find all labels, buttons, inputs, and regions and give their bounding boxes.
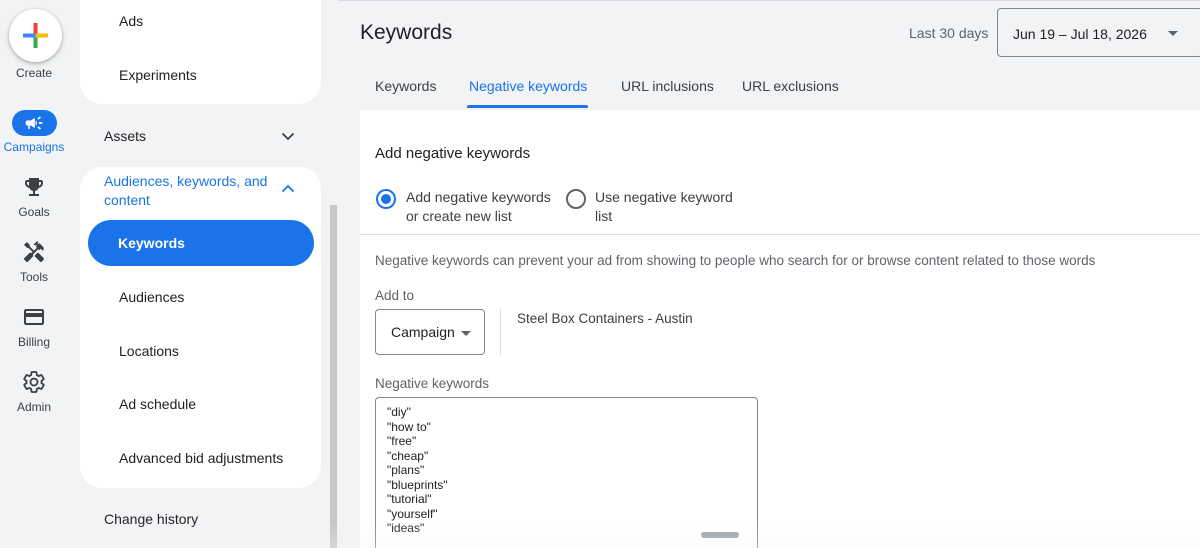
keyword-line: "plans" bbox=[387, 463, 425, 477]
subnav-section-audiences-keywords-content[interactable]: Audiences, keywords, and content bbox=[104, 172, 284, 210]
vertical-divider bbox=[500, 309, 501, 355]
campaign-name: Steel Box Containers - Austin bbox=[517, 311, 693, 326]
radio-add-negative-keywords[interactable] bbox=[376, 189, 396, 209]
dropdown-arrow-icon bbox=[461, 331, 471, 336]
left-rail: Create Campaigns Goals Tools Billing Adm… bbox=[0, 0, 68, 548]
subnav-item-advanced-bid-adjustments[interactable]: Advanced bid adjustments bbox=[119, 450, 283, 466]
rail-label-campaigns[interactable]: Campaigns bbox=[0, 140, 68, 154]
keyword-line: "diy" bbox=[387, 405, 411, 419]
negative-keywords-textarea[interactable]: "diy" "how to" "free" "cheap" "plans" "b… bbox=[375, 397, 758, 548]
resize-handle[interactable] bbox=[701, 532, 739, 538]
radio-add-line2: or create new list bbox=[406, 208, 512, 224]
tab-url-inclusions[interactable]: URL inclusions bbox=[621, 78, 714, 94]
subnav-item-experiments[interactable]: Experiments bbox=[119, 67, 197, 83]
keyword-line: "tutorial" bbox=[387, 492, 432, 506]
subnav-item-ads[interactable]: Ads bbox=[119, 13, 143, 29]
subnav-item-keywords[interactable]: Keywords bbox=[88, 220, 314, 266]
radio-use-line1: Use negative keyword bbox=[595, 189, 733, 205]
subnav-item-keywords-label: Keywords bbox=[118, 235, 185, 251]
subnav-item-locations[interactable]: Locations bbox=[119, 343, 179, 359]
subnav-item-change-history[interactable]: Change history bbox=[104, 511, 198, 527]
tab-url-exclusions[interactable]: URL exclusions bbox=[742, 78, 839, 94]
subnav-item-audiences[interactable]: Audiences bbox=[119, 289, 184, 305]
megaphone-icon bbox=[25, 116, 43, 130]
date-range-select[interactable]: Jun 19 – Jul 18, 2026 bbox=[997, 8, 1200, 57]
radio-add-line1: Add negative keywords bbox=[406, 189, 551, 205]
keyword-line: "blueprints" bbox=[387, 477, 448, 492]
keyword-line: "how to" bbox=[387, 419, 431, 434]
panel-title: Add negative keywords bbox=[375, 145, 531, 162]
keyword-line: "yourself" bbox=[387, 506, 438, 521]
page-title: Keywords bbox=[360, 21, 453, 44]
rail-label-billing[interactable]: Billing bbox=[0, 335, 68, 349]
trophy-icon[interactable] bbox=[22, 175, 46, 199]
rail-label-tools[interactable]: Tools bbox=[0, 270, 68, 284]
active-tab-indicator bbox=[467, 105, 588, 108]
dropdown-arrow-icon bbox=[1168, 31, 1178, 36]
subnav-scrollbar[interactable] bbox=[330, 205, 337, 548]
main-content: Keywords Last 30 days Jun 19 – Jul 18, 2… bbox=[338, 0, 1200, 548]
keyword-line: "free" bbox=[387, 434, 417, 448]
chevron-up-icon[interactable] bbox=[280, 181, 296, 197]
negative-keywords-label: Negative keywords bbox=[375, 376, 490, 391]
tab-keywords[interactable]: Keywords bbox=[375, 78, 436, 94]
campaign-subnav: Ads Experiments Assets Audiences, keywor… bbox=[68, 0, 336, 548]
add-negative-keywords-panel: Add negative keywords Add negative keywo… bbox=[360, 110, 1200, 548]
subnav-item-ad-schedule[interactable]: Ad schedule bbox=[119, 396, 196, 412]
tab-negative-keywords[interactable]: Negative keywords bbox=[469, 78, 587, 94]
subnav-card-top bbox=[80, 0, 321, 104]
divider bbox=[360, 234, 1200, 235]
chevron-down-icon[interactable] bbox=[280, 128, 296, 144]
campaigns-nav-button[interactable] bbox=[12, 110, 57, 136]
gear-icon[interactable] bbox=[22, 370, 46, 394]
rail-label-admin[interactable]: Admin bbox=[0, 400, 68, 414]
add-to-value: Campaign bbox=[391, 324, 455, 340]
tools-icon[interactable] bbox=[22, 240, 46, 264]
radio-use-line2: list bbox=[595, 208, 613, 224]
add-to-select[interactable]: Campaign bbox=[375, 309, 485, 355]
radio-use-list-label[interactable]: Use negative keyword list bbox=[595, 188, 733, 226]
subnav-section-assets[interactable]: Assets bbox=[104, 128, 146, 144]
rail-label-goals[interactable]: Goals bbox=[0, 205, 68, 219]
subnav-card-audiences bbox=[80, 167, 321, 488]
add-to-label: Add to bbox=[375, 288, 415, 303]
radio-use-negative-keyword-list[interactable] bbox=[566, 189, 586, 209]
credit-card-icon[interactable] bbox=[22, 305, 46, 329]
date-range-value: Jun 19 – Jul 18, 2026 bbox=[1013, 26, 1147, 42]
create-button[interactable] bbox=[9, 9, 62, 62]
radio-add-negative-keywords-label[interactable]: Add negative keywords or create new list bbox=[406, 188, 551, 226]
keyword-line: "cheap" bbox=[387, 448, 429, 463]
plus-icon bbox=[23, 23, 48, 48]
create-label: Create bbox=[15, 66, 53, 80]
help-text: Negative keywords can prevent your ad fr… bbox=[375, 253, 1096, 268]
date-range-label: Last 30 days bbox=[909, 25, 989, 41]
